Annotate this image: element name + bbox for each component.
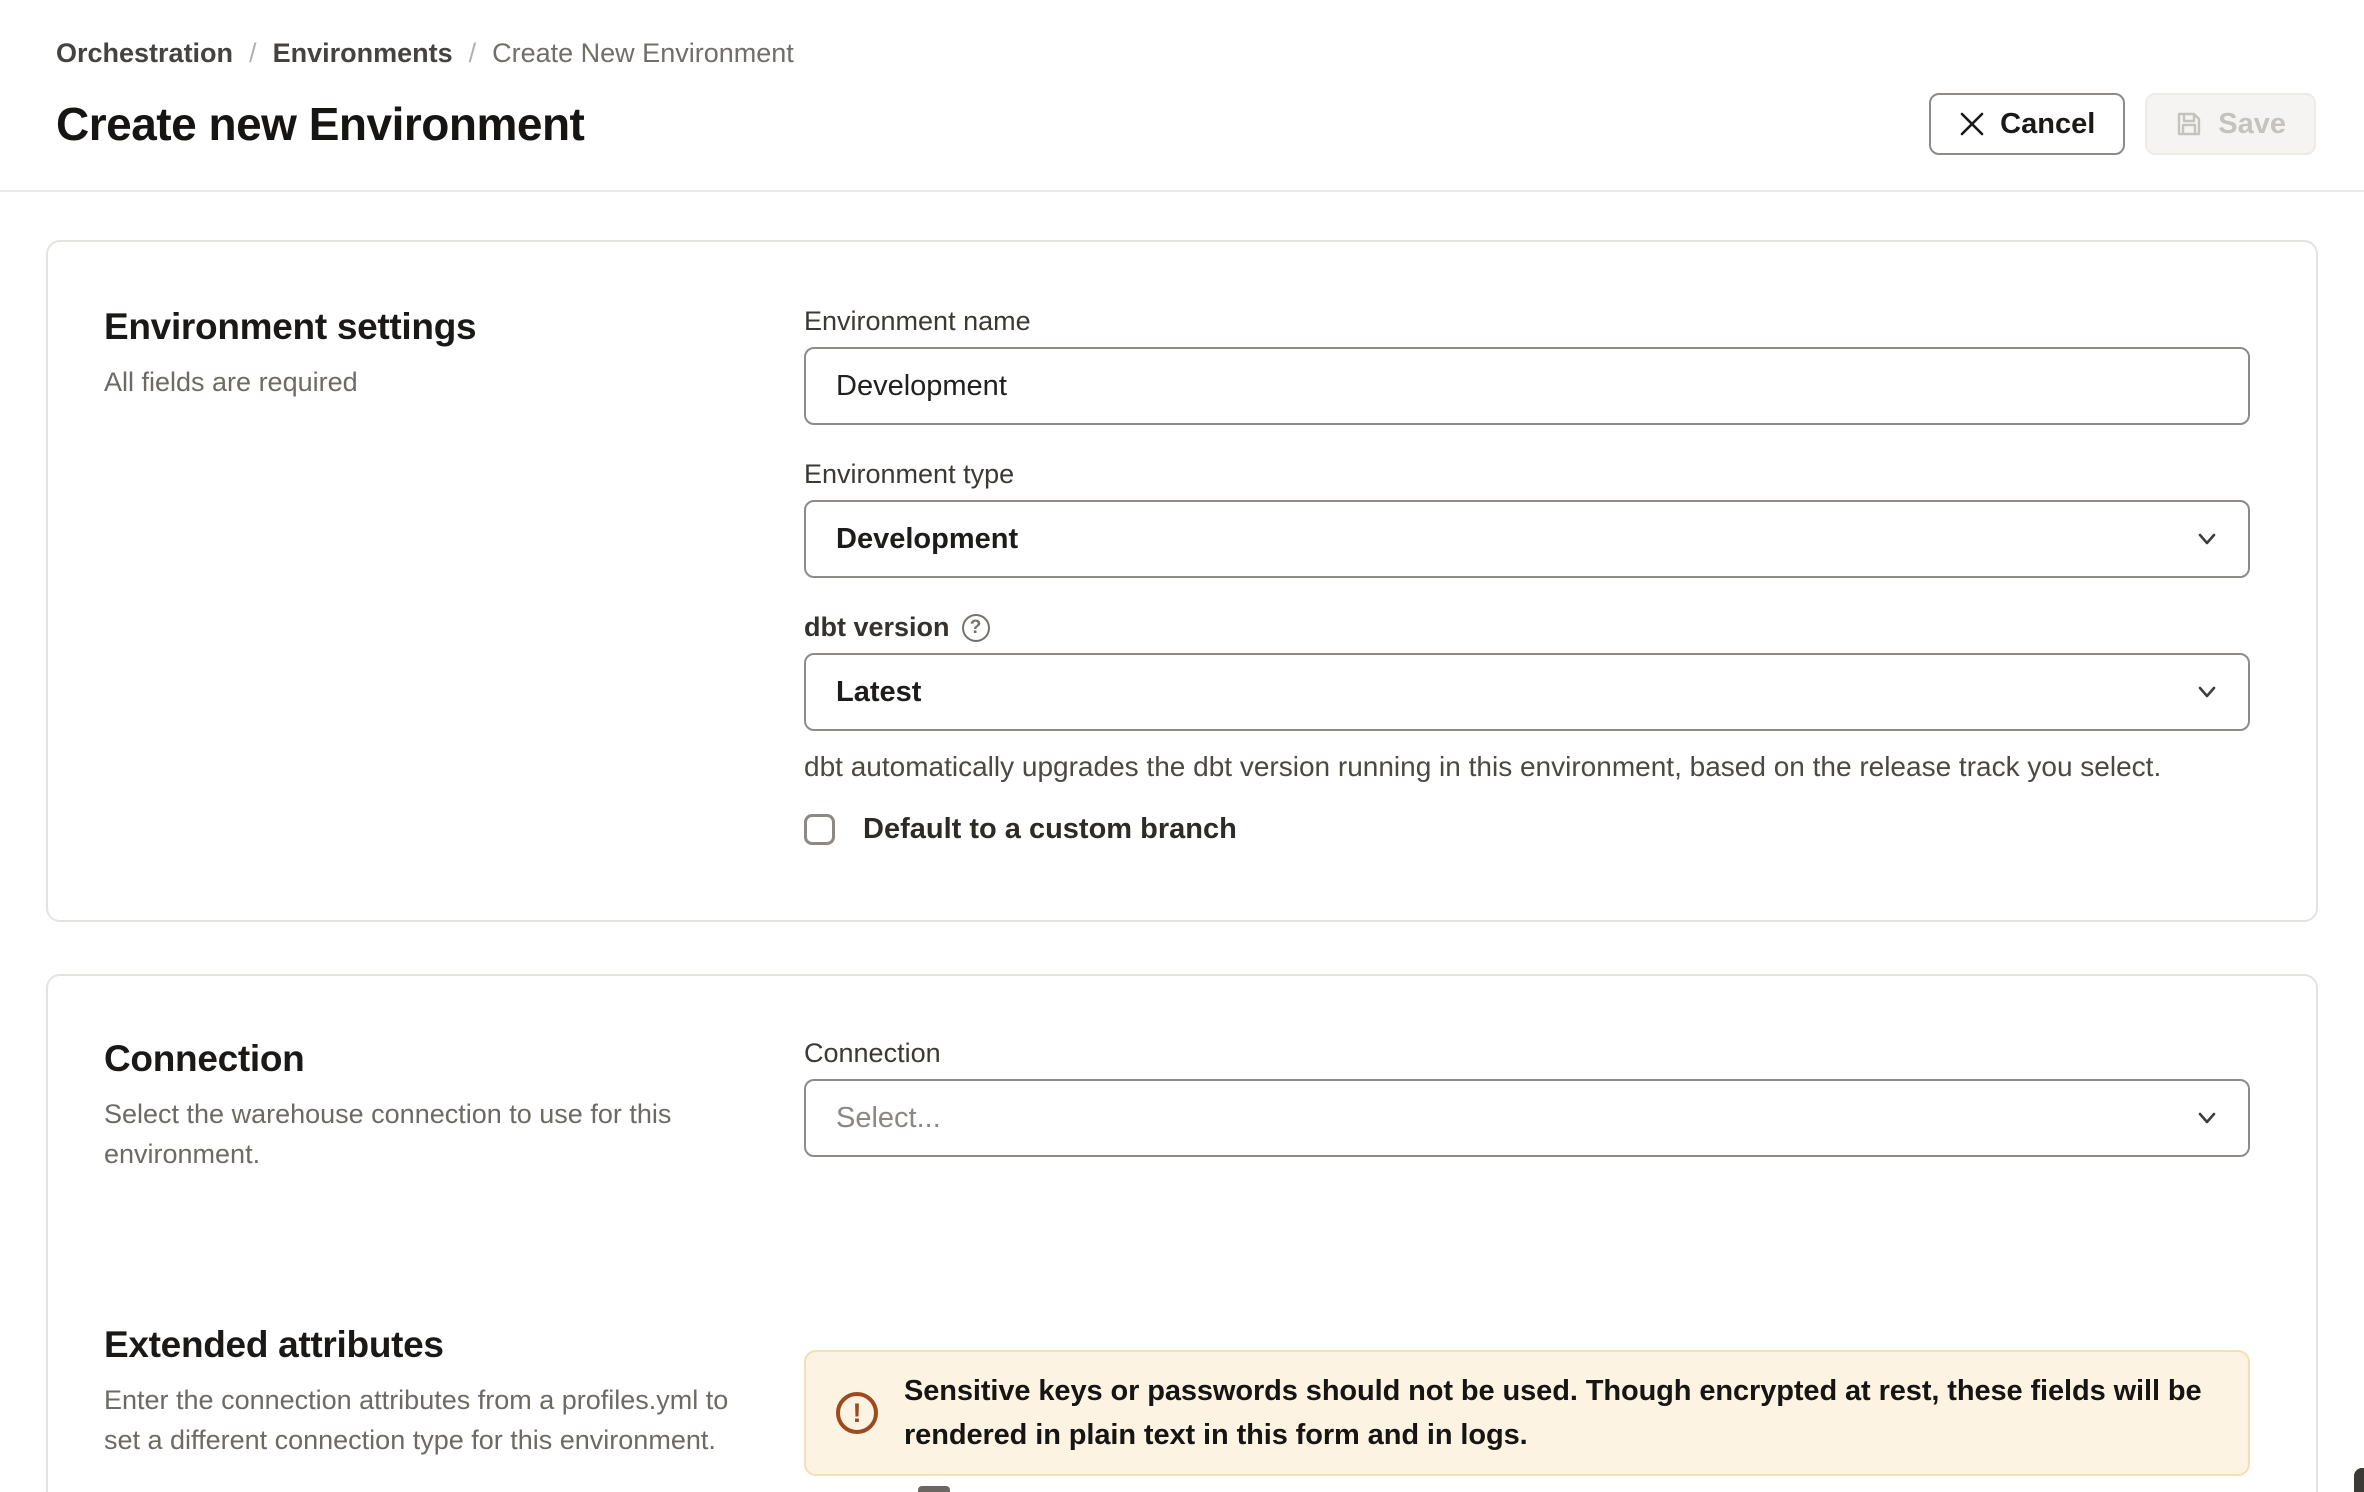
save-disk-icon [2175, 110, 2203, 138]
breadcrumb-separator: / [469, 38, 477, 69]
breadcrumb: Orchestration / Environments / Create Ne… [56, 38, 2316, 69]
connection-select[interactable]: Select... [804, 1079, 2250, 1157]
breadcrumb-environments[interactable]: Environments [273, 38, 453, 69]
connection-placeholder: Select... [836, 1102, 941, 1135]
connection-subheading: Select the warehouse connection to use f… [104, 1094, 744, 1174]
breadcrumb-current-page: Create New Environment [492, 38, 794, 69]
environment-type-label: Environment type [804, 459, 2250, 490]
connection-card: Connection Select the warehouse connecti… [46, 974, 2318, 1492]
breadcrumb-orchestration[interactable]: Orchestration [56, 38, 233, 69]
dbt-version-select[interactable]: Latest [804, 653, 2250, 731]
close-icon [1959, 111, 1985, 137]
environment-settings-card: Environment settings All fields are requ… [46, 240, 2318, 922]
chevron-down-icon [2192, 524, 2222, 554]
connection-heading: Connection [104, 1038, 744, 1080]
page-title: Create new Environment [56, 97, 584, 151]
extended-attributes-heading: Extended attributes [104, 1324, 744, 1366]
chevron-down-icon [2192, 1103, 2222, 1133]
extended-attributes-subheading: Enter the connection attributes from a p… [104, 1380, 744, 1460]
header-actions: Cancel Save [1929, 93, 2316, 155]
chevron-down-icon [2192, 677, 2222, 707]
warning-text: Sensitive keys or passwords should not b… [904, 1369, 2218, 1457]
cutoff-corner-element [2354, 1468, 2364, 1492]
environment-settings-heading: Environment settings [104, 306, 744, 348]
save-button[interactable]: Save [2145, 93, 2316, 155]
cancel-button[interactable]: Cancel [1929, 93, 2125, 155]
create-environment-page: Orchestration / Environments / Create Ne… [0, 0, 2364, 1492]
environment-settings-subheading: All fields are required [104, 362, 744, 402]
custom-branch-checkbox[interactable] [804, 814, 835, 845]
dbt-version-value: Latest [836, 676, 921, 709]
environment-name-input[interactable] [804, 347, 2250, 425]
main-content: Environment settings All fields are requ… [0, 192, 2364, 1492]
sensitive-keys-warning-banner: ! Sensitive keys or passwords should not… [804, 1350, 2250, 1476]
environment-type-select[interactable]: Development [804, 500, 2250, 578]
warning-icon: ! [836, 1392, 878, 1434]
cutoff-element [918, 1486, 950, 1492]
breadcrumb-separator: / [249, 38, 257, 69]
custom-branch-checkbox-row[interactable]: Default to a custom branch [804, 813, 2250, 846]
environment-name-label: Environment name [804, 306, 2250, 337]
environment-type-value: Development [836, 523, 1018, 556]
dbt-version-helper-text: dbt automatically upgrades the dbt versi… [804, 751, 2250, 783]
connection-label: Connection [804, 1038, 2250, 1069]
page-header: Orchestration / Environments / Create Ne… [0, 0, 2364, 192]
help-icon[interactable]: ? [962, 614, 990, 642]
dbt-version-label: dbt version [804, 612, 950, 643]
custom-branch-checkbox-label: Default to a custom branch [863, 813, 1237, 846]
